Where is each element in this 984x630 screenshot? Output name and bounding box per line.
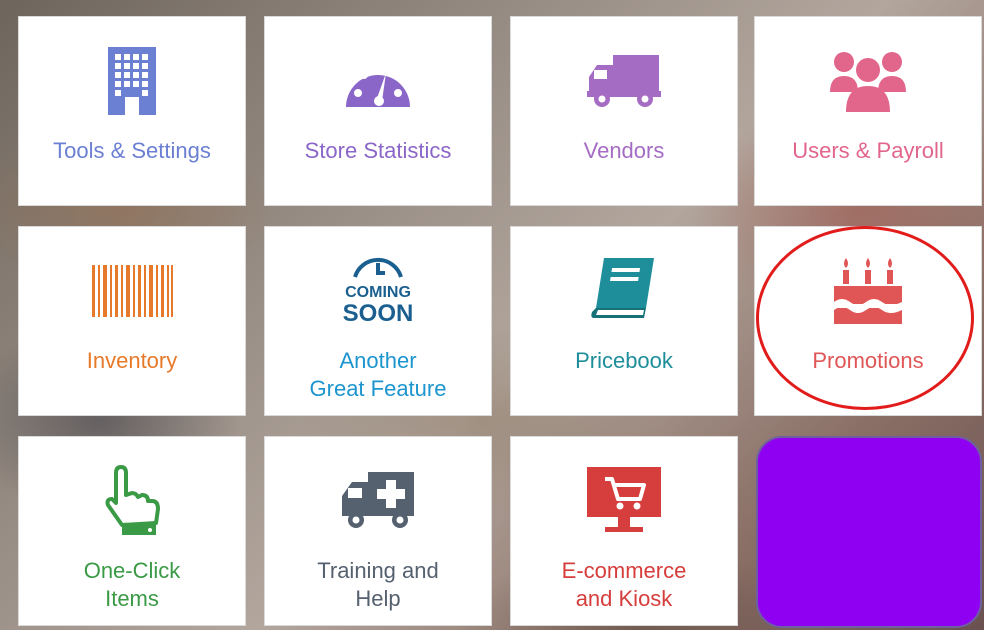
- tile-tools-settings[interactable]: Tools & Settings: [18, 16, 246, 206]
- tile-store-statistics[interactable]: Store Statistics: [264, 16, 492, 206]
- tile-pricebook[interactable]: Pricebook: [510, 226, 738, 416]
- tile-label: Tools & Settings: [53, 138, 211, 163]
- tile-label: Inventory: [86, 348, 178, 373]
- speedometer-icon: [265, 41, 491, 121]
- tile-promotions[interactable]: Promotions: [754, 226, 982, 416]
- tile-vendors[interactable]: Vendors: [510, 16, 738, 206]
- coming-soon-bottom-text: SOON: [343, 300, 414, 327]
- coming-soon-top-text: COMING: [345, 284, 411, 301]
- tile-one-click-items[interactable]: One-Click Items: [18, 436, 246, 626]
- tile-label: Users & Payroll: [792, 138, 944, 163]
- tile-label: Another Great Feature: [309, 348, 447, 401]
- tile-label: Pricebook: [575, 348, 673, 373]
- book-icon: [511, 251, 737, 331]
- empty-purple-tile[interactable]: [756, 436, 982, 628]
- tile-ecommerce-kiosk[interactable]: E-commerce and Kiosk: [510, 436, 738, 626]
- tile-training-help[interactable]: Training and Help: [264, 436, 492, 626]
- birthday-cake-icon: [755, 251, 981, 331]
- tile-label: Promotions: [812, 348, 924, 373]
- building-icon: [19, 41, 245, 121]
- tile-inventory[interactable]: Inventory: [18, 226, 246, 416]
- shopping-cart-monitor-icon: [511, 461, 737, 541]
- truck-icon: [511, 41, 737, 121]
- tile-label: One-Click Items: [83, 558, 181, 611]
- menu-grid: Tools & Settings Store Statistics Vendor…: [0, 0, 984, 630]
- ambulance-icon: [265, 461, 491, 541]
- tile-another-great-feature[interactable]: COMING SOON Another Great Feature: [264, 226, 492, 416]
- tile-label: Training and Help: [317, 558, 439, 611]
- tile-label: Store Statistics: [304, 138, 452, 163]
- tile-label: E-commerce and Kiosk: [561, 558, 687, 611]
- pointing-hand-icon: [19, 461, 245, 541]
- tile-label: Vendors: [583, 138, 665, 163]
- coming-soon-icon: COMING SOON: [265, 251, 491, 331]
- users-group-icon: [755, 41, 981, 121]
- barcode-icon: [19, 251, 245, 331]
- tile-users-payroll[interactable]: Users & Payroll: [754, 16, 982, 206]
